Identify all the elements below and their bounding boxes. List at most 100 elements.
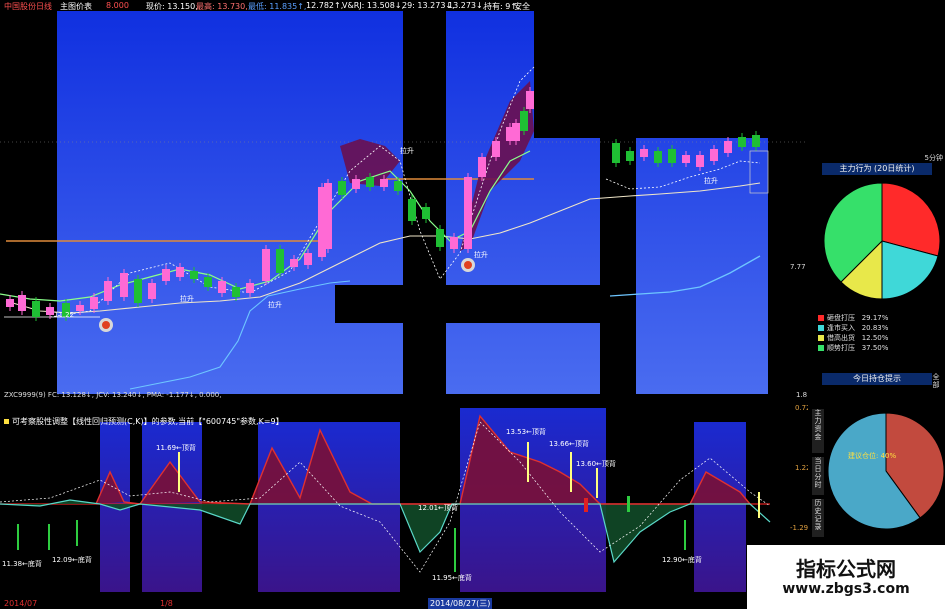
candle-body (190, 271, 198, 279)
signal-label: 13.66←顶背 (549, 439, 589, 448)
legend-swatch (818, 345, 824, 351)
top-signal-marker (527, 442, 529, 482)
axis-tick: 1.22 (795, 464, 808, 472)
header-bar: 中国股份日线 主图价表 8.000 现价: 13.150, 最高: 13.730… (0, 0, 945, 11)
bottom-signal-marker (454, 528, 456, 572)
candle-body (626, 151, 634, 161)
candle-body (232, 287, 240, 297)
candle-body (526, 91, 534, 109)
cursor-date: 2014/08/27(三) (428, 598, 493, 609)
pie2-title: 今日持仓提示 (822, 373, 932, 385)
candle-body (162, 269, 170, 281)
candle-body (408, 199, 416, 221)
candle-body (218, 281, 226, 293)
indicator-chart[interactable]: 11.69←顶背 13.53←顶背 13.66←顶背 13.60←顶背 12.0… (0, 402, 808, 592)
avg-field: V&RJ: 13.508↓, (342, 1, 405, 10)
annotation-label: 拉升 (268, 300, 282, 309)
candle-body (304, 253, 312, 265)
annotation-label: 拉升 (180, 294, 194, 303)
candle-body (394, 181, 402, 191)
signal-label: 13.53←顶背 (506, 427, 546, 436)
axis-tick: 0.72 (795, 404, 808, 412)
candle-body (246, 283, 254, 293)
bottom-signal-marker (48, 524, 50, 550)
pie2-label: 建议仓位: 40% (848, 452, 897, 460)
candle-body (752, 135, 760, 147)
signal-label: 11.69←顶背 (156, 443, 196, 452)
vtab-main-funds[interactable]: 主力资金 (812, 409, 824, 453)
candle-body (76, 305, 84, 311)
axis-tick: 7.77 (790, 263, 806, 271)
signal-label: 11.38←底背 (2, 559, 42, 568)
legend-swatch (818, 335, 824, 341)
candle-body (46, 307, 54, 315)
candle-body (148, 283, 156, 299)
cross-marker (627, 496, 630, 512)
legend-value: 29.17% (861, 314, 889, 322)
overlay-block (534, 11, 808, 138)
vtab-intraday[interactable]: 当日分时 (812, 457, 824, 495)
indicator-title-text: 可考察股性调整【线性回归预测(C,K)】的参数,当前【"600745"参数,K=… (12, 417, 284, 426)
candle-body (6, 299, 14, 307)
open-value: 8.000 (106, 1, 129, 10)
zone-block (57, 11, 403, 394)
value-1: 12.782↑, (306, 1, 344, 10)
bottom-signal-marker (17, 524, 19, 550)
fire-icon-core (102, 321, 110, 329)
candle-body (134, 279, 142, 303)
candle-body (464, 177, 472, 249)
candle-body (104, 281, 112, 301)
legend-item: 逢市买入 20.83% (818, 323, 888, 333)
price-label: 11.22 (54, 311, 74, 319)
candle-body (262, 249, 270, 281)
pie2-chart (827, 412, 945, 530)
axis-tick: 1.8 (796, 391, 807, 399)
indicator-dot-icon (4, 419, 9, 424)
top-signal-marker (570, 452, 572, 492)
signal-label: 12.01←顶背 (418, 503, 458, 512)
legend-label: 砸盘打压 (827, 314, 855, 322)
cross-marker (584, 498, 588, 512)
trading-window: 中国股份日线 主图价表 8.000 现价: 13.150, 最高: 13.730… (0, 0, 945, 609)
signal-label: 12.09←底背 (52, 555, 92, 564)
candle-body (492, 141, 500, 157)
indicator-title: 可考察股性调整【线性回归预测(C,K)】的参数,当前【"600745"参数,K=… (4, 416, 284, 427)
signal-label: 13.60←顶背 (576, 459, 616, 468)
vtab-history[interactable]: 历史记录 (812, 499, 824, 537)
candle-body (738, 137, 746, 147)
candle-body (366, 177, 374, 187)
overlay-block (335, 285, 600, 323)
side-panel-top: 5分钟 主力行为 (20日统计) 砸盘打压 29.17% 逢市买入 20.83%… (808, 141, 945, 409)
candle-body (120, 273, 128, 297)
candle-body (352, 179, 360, 189)
date-mid: 1/8 (160, 599, 173, 608)
value-2: 29: 13.273↓, (402, 1, 455, 10)
candle-body (612, 143, 620, 163)
watermark: 指标公式网 www.zbgs3.com (747, 545, 945, 609)
candle-body (512, 123, 520, 141)
legend-value: 37.50% (861, 344, 889, 352)
candle-body (520, 111, 528, 131)
legend-swatch (818, 315, 824, 321)
annotation-label: 拉升 (400, 146, 414, 155)
period-tag[interactable]: 5分钟 (925, 153, 943, 163)
candle-body (436, 229, 444, 247)
main-price-chart[interactable]: 拉升 拉升 拉升 拉升 拉升 11.22 7.77 1.8 (0, 11, 808, 401)
legend-label: 顺势打压 (827, 344, 855, 352)
candle-body (640, 149, 648, 157)
legend-item: 砸盘打压 29.17% (818, 313, 888, 323)
pie1-chart (823, 182, 941, 300)
signal-label: 11.95←底背 (432, 573, 472, 582)
bottom-signal-marker (684, 520, 686, 550)
right-vtab[interactable]: 全部 (930, 373, 942, 389)
candle-body (176, 267, 184, 277)
top-signal-marker (596, 468, 598, 498)
pie1-title: 主力行为 (20日统计) (822, 163, 932, 175)
date-left: 2014/07 (4, 599, 38, 608)
candle-body (90, 297, 98, 309)
overlay-block (403, 323, 446, 394)
watermark-url: www.zbgs3.com (782, 581, 910, 597)
candle-body (710, 149, 718, 161)
candle-body (478, 157, 486, 177)
indicator-header: ZXC9999(9) FC: 13.128↓, JCV: 13.240↓, PM… (4, 391, 222, 399)
